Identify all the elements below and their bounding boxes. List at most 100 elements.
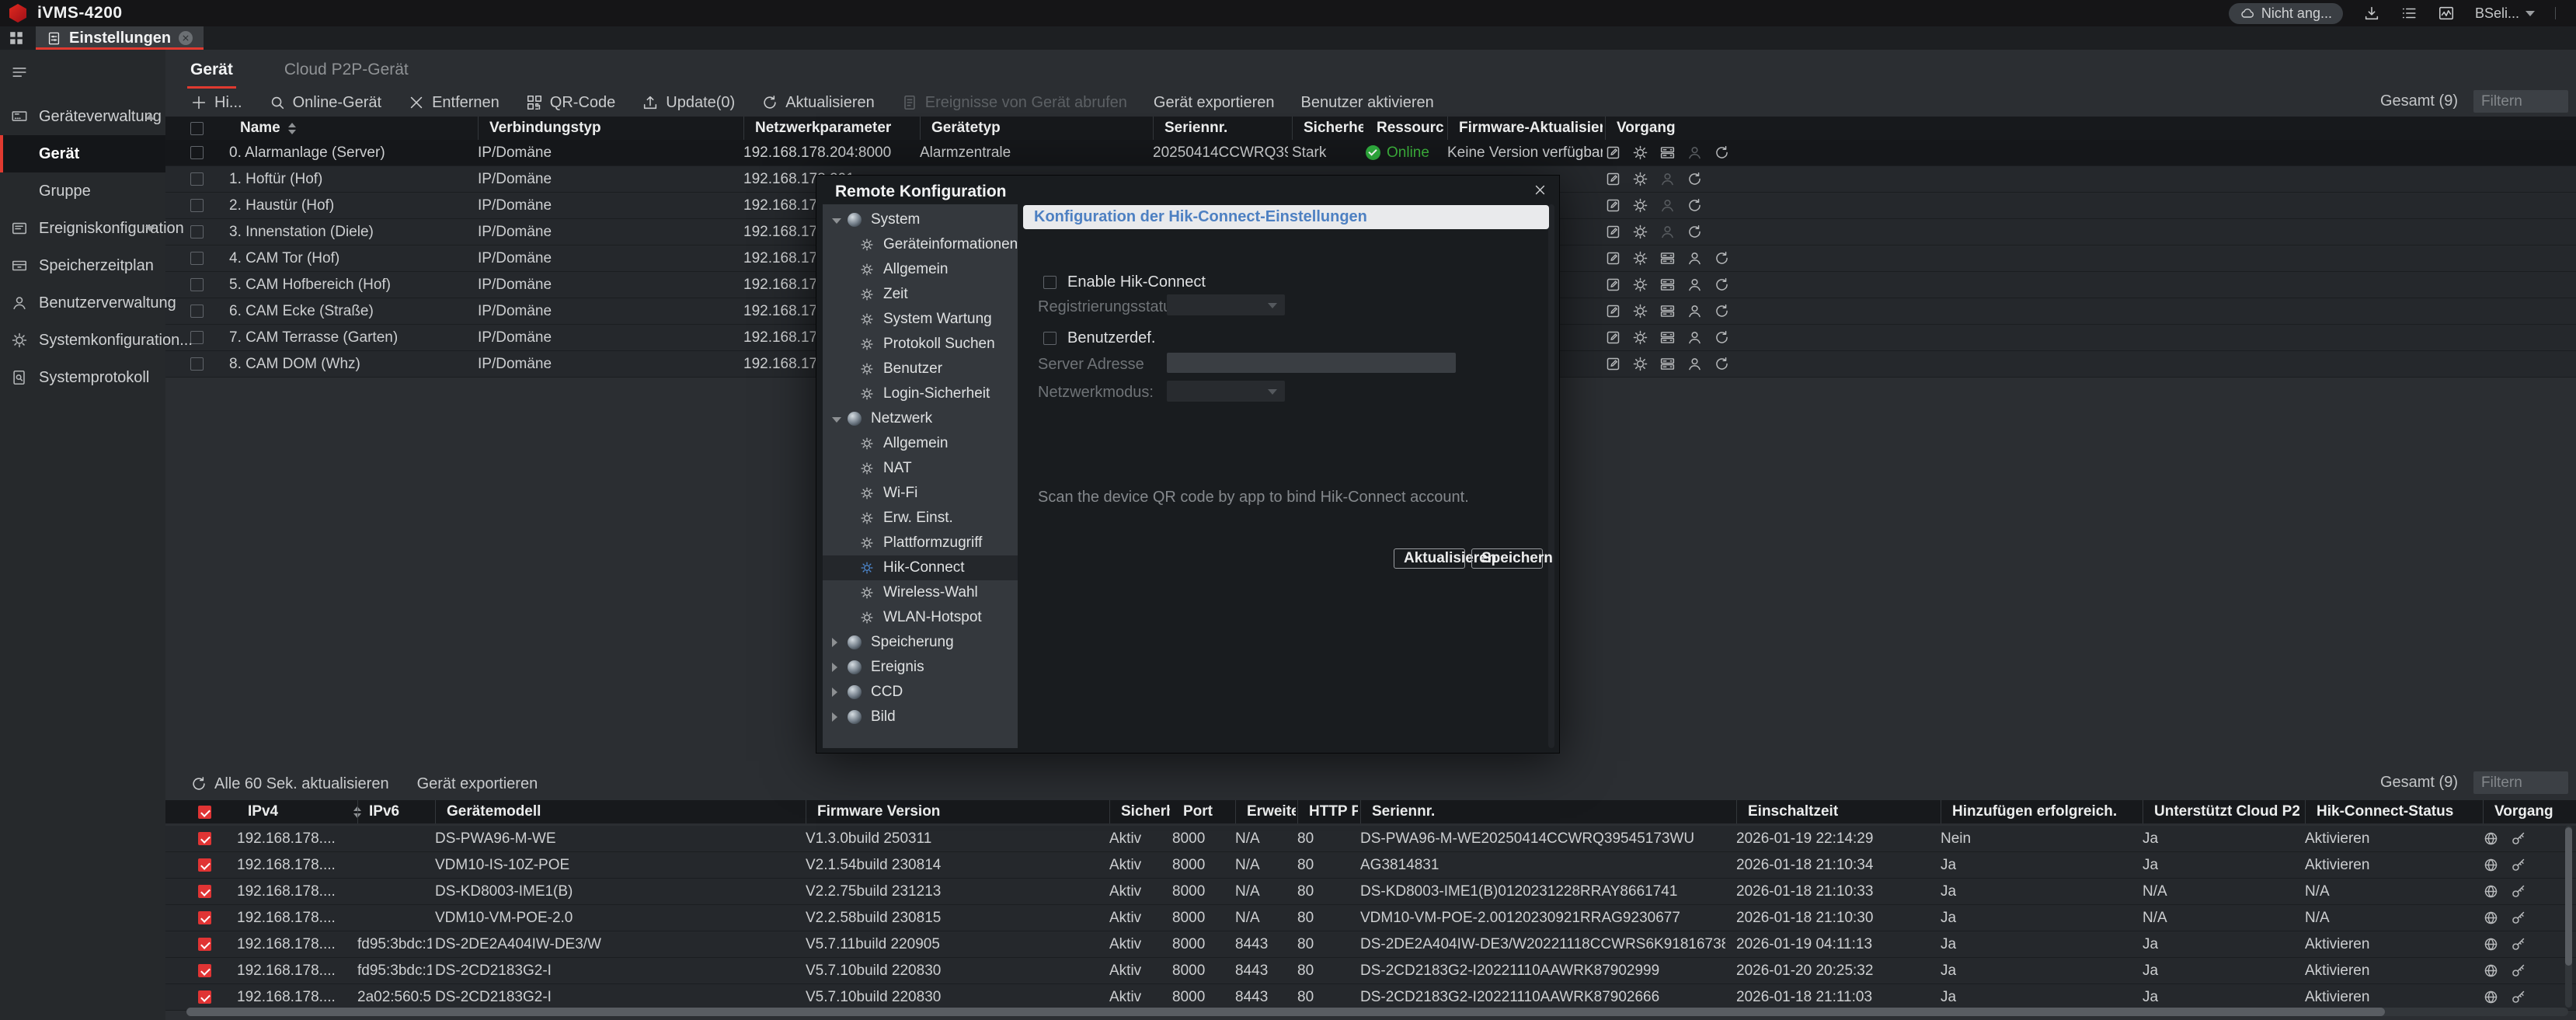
row-checkbox[interactable] bbox=[190, 225, 204, 238]
row-checkbox-checked[interactable] bbox=[198, 964, 211, 977]
sidebar-item-benutzerverwaltung[interactable]: Benutzerverwaltung bbox=[0, 284, 165, 322]
refresh-icon[interactable] bbox=[1687, 171, 1703, 187]
key-icon[interactable] bbox=[2510, 830, 2526, 847]
user-icon[interactable] bbox=[1687, 277, 1703, 293]
sidebar-item-systemkonfiguration[interactable]: Systemkonfiguration... bbox=[0, 322, 165, 359]
tree-item[interactable]: Plattformzugriff bbox=[823, 531, 1018, 555]
qr-code-button[interactable]: QR-Code bbox=[526, 94, 615, 112]
download-icon[interactable] bbox=[2363, 5, 2380, 22]
sort-icon[interactable] bbox=[288, 123, 296, 134]
remove-device-button[interactable]: Entfernen bbox=[408, 94, 500, 112]
edit-icon[interactable] bbox=[1605, 356, 1621, 372]
update-button[interactable]: Update(0) bbox=[642, 94, 735, 112]
storage-icon[interactable] bbox=[1659, 303, 1676, 319]
tree-item[interactable]: CCD bbox=[823, 680, 1018, 705]
storage-icon[interactable] bbox=[1659, 277, 1676, 293]
dialog-close-icon[interactable] bbox=[1533, 183, 1547, 200]
sidebar-item-geraet[interactable]: Gerät bbox=[0, 135, 165, 172]
sidebar-item-gruppe[interactable]: Gruppe bbox=[0, 172, 165, 210]
table-row[interactable]: 192.168.178.... fd95:3bdc:1... DS-2DE2A4… bbox=[165, 931, 2576, 958]
horizontal-scrollbar[interactable] bbox=[186, 1008, 2568, 1016]
filter-input[interactable] bbox=[2473, 90, 2568, 113]
row-checkbox[interactable] bbox=[190, 252, 204, 265]
edit-icon[interactable] bbox=[1605, 197, 1621, 214]
refresh-icon[interactable] bbox=[1714, 277, 1730, 293]
online-device-button[interactable]: Online-Gerät bbox=[269, 94, 382, 112]
gear-icon[interactable] bbox=[1632, 197, 1648, 214]
select-all-checkbox[interactable] bbox=[198, 806, 211, 819]
tree-item[interactable]: NAT bbox=[823, 456, 1018, 481]
row-checkbox[interactable] bbox=[190, 172, 204, 186]
sidebar-item-ereigniskonfiguration[interactable]: Ereigniskonfiguration bbox=[0, 210, 165, 247]
storage-icon[interactable] bbox=[1659, 250, 1676, 266]
tree-item[interactable]: Zeit bbox=[823, 282, 1018, 307]
filter-input[interactable] bbox=[2473, 771, 2568, 794]
refresh-icon[interactable] bbox=[1714, 303, 1730, 319]
refresh-icon[interactable] bbox=[1714, 329, 1730, 346]
key-icon[interactable] bbox=[2510, 857, 2526, 873]
table-row[interactable]: 192.168.178.... VDM10-VM-POE-2.0 V2.2.58… bbox=[165, 905, 2576, 931]
gear-icon[interactable] bbox=[1632, 144, 1648, 161]
user-icon[interactable] bbox=[1659, 197, 1676, 214]
tree-item[interactable]: WLAN-Hotspot bbox=[823, 605, 1018, 630]
scrollbar-thumb[interactable] bbox=[186, 1008, 2385, 1016]
tree-item[interactable]: Login-Sicherheit bbox=[823, 381, 1018, 406]
user-icon[interactable] bbox=[1687, 356, 1703, 372]
user-icon[interactable] bbox=[1687, 303, 1703, 319]
tree-item[interactable]: Allgemein bbox=[823, 431, 1018, 456]
row-checkbox-checked[interactable] bbox=[198, 911, 211, 924]
row-checkbox-checked[interactable] bbox=[198, 832, 211, 845]
activity-monitor-icon[interactable] bbox=[2438, 5, 2455, 22]
chevron-down-icon[interactable] bbox=[832, 218, 841, 224]
hamburger-menu-icon[interactable] bbox=[11, 64, 28, 85]
table-row[interactable]: 192.168.178.... 2a02:560:53... DS-2CD218… bbox=[165, 984, 2576, 1011]
refresh-icon[interactable] bbox=[1714, 356, 1730, 372]
tab-einstellungen[interactable]: Einstellungen bbox=[36, 26, 204, 50]
refresh-icon[interactable] bbox=[1714, 144, 1730, 161]
refresh-icon[interactable] bbox=[1714, 250, 1730, 266]
edit-icon[interactable] bbox=[1605, 303, 1621, 319]
tree-item[interactable]: Bild bbox=[823, 705, 1018, 729]
tree-item[interactable]: Wireless-Wahl bbox=[823, 580, 1018, 605]
chevron-right-icon[interactable] bbox=[832, 688, 837, 697]
chevron-right-icon[interactable] bbox=[832, 712, 837, 722]
refresh-button[interactable]: Aktualisieren bbox=[1394, 548, 1465, 569]
edit-icon[interactable] bbox=[1605, 144, 1621, 161]
table-row[interactable]: 192.168.178.... DS-PWA96-M-WE V1.3.0buil… bbox=[165, 826, 2576, 852]
key-icon[interactable] bbox=[2510, 936, 2526, 952]
table-row[interactable]: 192.168.178.... VDM10-IS-10Z-POE V2.1.54… bbox=[165, 852, 2576, 879]
refresh-button[interactable]: Aktualisieren bbox=[761, 94, 875, 112]
tree-item[interactable]: Erw. Einst. bbox=[823, 506, 1018, 531]
row-checkbox[interactable] bbox=[190, 146, 204, 159]
storage-icon[interactable] bbox=[1659, 144, 1676, 161]
key-icon[interactable] bbox=[2510, 910, 2526, 926]
edit-icon[interactable] bbox=[1605, 224, 1621, 240]
gear-icon[interactable] bbox=[1632, 329, 1648, 346]
table-row[interactable]: 192.168.178.... fd95:3bdc:1... DS-2CD218… bbox=[165, 958, 2576, 984]
sidebar-item-speicherzeitplan[interactable]: Speicherzeitplan bbox=[0, 247, 165, 284]
tree-item[interactable]: Wi-Fi bbox=[823, 481, 1018, 506]
add-device-button[interactable]: Hi... bbox=[190, 94, 242, 112]
row-checkbox[interactable] bbox=[190, 357, 204, 371]
globe-icon[interactable] bbox=[2483, 857, 2499, 873]
user-icon[interactable] bbox=[1659, 224, 1676, 240]
gear-icon[interactable] bbox=[1632, 356, 1648, 372]
server-address-input[interactable] bbox=[1167, 353, 1456, 373]
network-mode-dropdown[interactable] bbox=[1167, 381, 1285, 402]
tree-item[interactable]: Speicherung bbox=[823, 630, 1018, 655]
cloud-login-button[interactable]: Nicht ang... bbox=[2229, 3, 2343, 24]
gear-icon[interactable] bbox=[1632, 303, 1648, 319]
globe-icon[interactable] bbox=[2483, 989, 2499, 1005]
dialog-scrollbar[interactable] bbox=[1548, 204, 1554, 748]
auto-refresh-button[interactable]: Alle 60 Sek. aktualisieren bbox=[190, 775, 389, 793]
scrollbar-thumb[interactable] bbox=[2565, 827, 2572, 966]
custom-checkbox[interactable] bbox=[1043, 332, 1057, 345]
enable-hik-connect-checkbox[interactable] bbox=[1043, 276, 1057, 289]
tree-item[interactable]: System bbox=[823, 207, 1018, 232]
row-checkbox[interactable] bbox=[190, 199, 204, 212]
user-icon[interactable] bbox=[1687, 329, 1703, 346]
app-launcher-icon[interactable] bbox=[8, 30, 25, 47]
tree-item[interactable]: Netzwerk bbox=[823, 406, 1018, 431]
activate-user-button[interactable]: Benutzer aktivieren bbox=[1301, 94, 1434, 112]
chevron-down-icon[interactable] bbox=[832, 417, 841, 423]
